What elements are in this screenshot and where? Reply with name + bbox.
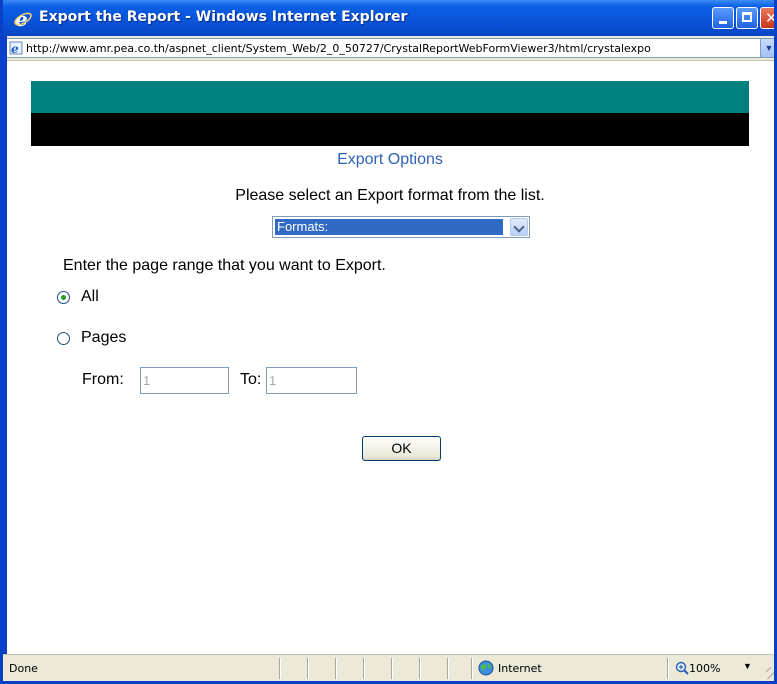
radio-all[interactable]: [57, 291, 70, 304]
chevron-down-icon[interactable]: ▼: [760, 39, 774, 57]
close-icon[interactable]: [760, 7, 774, 29]
page-icon: e: [9, 41, 23, 55]
status-divider: [307, 658, 309, 679]
status-text: Done: [9, 662, 38, 675]
status-divider: [447, 658, 449, 679]
format-instruction: Please select an Export format from the …: [235, 187, 545, 204]
status-divider: [335, 658, 337, 679]
status-divider: [471, 658, 473, 679]
chevron-down-icon[interactable]: [510, 218, 528, 236]
page-range-label: Enter the page range that you want to Ex…: [63, 257, 386, 274]
format-select[interactable]: Formats:: [272, 216, 530, 238]
ie-logo-icon: e: [14, 9, 32, 29]
zoom-level[interactable]: 100%: [689, 662, 720, 675]
resize-grip[interactable]: [766, 667, 774, 679]
status-divider: [667, 658, 669, 679]
zoom-icon[interactable]: [675, 661, 689, 675]
browser-window: e Export the Report - Windows Internet E…: [0, 0, 777, 684]
title-bar[interactable]: e Export the Report - Windows Internet E…: [3, 0, 774, 36]
radio-pages[interactable]: [57, 332, 70, 345]
address-url: http://www.amr.pea.co.th/aspnet_client/S…: [26, 42, 651, 55]
status-divider: [363, 658, 365, 679]
svg-text:e: e: [11, 42, 19, 55]
zone-text: Internet: [498, 662, 542, 675]
radio-pages-label[interactable]: Pages: [81, 329, 126, 347]
minimize-icon[interactable]: [712, 7, 734, 29]
from-label: From:: [82, 371, 124, 388]
report-banner-top: [31, 81, 749, 113]
report-banner-bottom: [31, 113, 749, 146]
export-options-title: Export Options: [337, 151, 443, 168]
to-label: To:: [240, 371, 262, 388]
address-bar: e http://www.amr.pea.co.th/aspnet_client…: [3, 36, 774, 61]
maximize-icon[interactable]: [736, 7, 758, 29]
window-frame-left: [3, 36, 7, 681]
globe-icon: [478, 660, 494, 676]
address-field[interactable]: e http://www.amr.pea.co.th/aspnet_client…: [5, 38, 774, 58]
window-title: Export the Report - Windows Internet Exp…: [39, 9, 408, 25]
from-page-input[interactable]: [140, 367, 229, 394]
status-bar: Done Internet 100% ▼: [3, 654, 774, 681]
chevron-down-icon[interactable]: ▼: [743, 661, 752, 671]
status-divider: [391, 658, 393, 679]
ok-button[interactable]: OK: [362, 436, 441, 461]
status-divider: [279, 658, 281, 679]
format-select-value: Formats:: [275, 219, 503, 235]
status-divider: [419, 658, 421, 679]
radio-all-label[interactable]: All: [81, 288, 99, 306]
to-page-input[interactable]: [266, 367, 357, 394]
